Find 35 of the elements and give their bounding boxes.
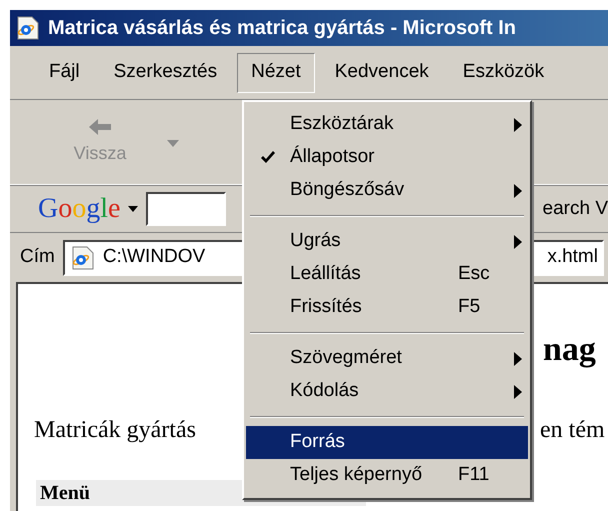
submenu-arrow-icon bbox=[514, 384, 522, 398]
menu-item[interactable]: Frissítés F5 bbox=[246, 291, 528, 324]
menu-item[interactable]: Állapotsor bbox=[246, 141, 528, 174]
back-arrow-icon bbox=[88, 118, 112, 136]
paragraph-text: Matricák gyártás bbox=[34, 416, 196, 445]
address-text: C:\WINDOV bbox=[102, 245, 206, 270]
menu-bar-item[interactable]: Fájl bbox=[35, 52, 94, 92]
submenu-arrow-icon bbox=[514, 352, 522, 366]
submenu-arrow-icon bbox=[514, 234, 522, 248]
address-label: Cím bbox=[20, 245, 55, 270]
submenu-arrow-icon bbox=[514, 118, 522, 132]
shortcut-text: F11 bbox=[458, 463, 490, 488]
menu-item[interactable]: Böngészősáv bbox=[246, 174, 528, 207]
shortcut-text: F5 bbox=[458, 295, 482, 320]
shortcut-text: Esc bbox=[458, 262, 491, 286]
menu-item[interactable]: Eszköztárak bbox=[246, 108, 528, 141]
window-title: Matrica vásárlás és matrica gyártás - Microsoft In bbox=[48, 16, 516, 41]
menu-item[interactable]: Szövegméret bbox=[246, 342, 528, 375]
submenu-arrow-icon bbox=[514, 184, 522, 198]
caret-icon[interactable] bbox=[128, 206, 138, 212]
menu-item[interactable]: Ugrás bbox=[246, 225, 528, 258]
menu-item[interactable]: Kódolás bbox=[246, 375, 528, 408]
page-heading: nag bbox=[543, 330, 596, 370]
paragraph-text: en tém bbox=[540, 416, 605, 445]
menu-item[interactable]: Forrás bbox=[246, 426, 528, 459]
google-logo: Google bbox=[38, 195, 120, 223]
menu-bar-item[interactable]: Eszközök bbox=[448, 52, 558, 92]
menu-bar-item[interactable]: Kedvencek bbox=[320, 52, 443, 92]
menu-item[interactable]: Leállítás Esc bbox=[246, 258, 528, 291]
search-field[interactable] bbox=[146, 192, 226, 226]
menu-bar-item[interactable]: Szerkesztés bbox=[100, 52, 232, 92]
address-text: x.html bbox=[547, 245, 598, 270]
checkmark-icon bbox=[260, 150, 276, 164]
toolbar-label: earch V bbox=[542, 196, 608, 221]
menu-bar-item[interactable]: Nézet bbox=[237, 52, 315, 92]
